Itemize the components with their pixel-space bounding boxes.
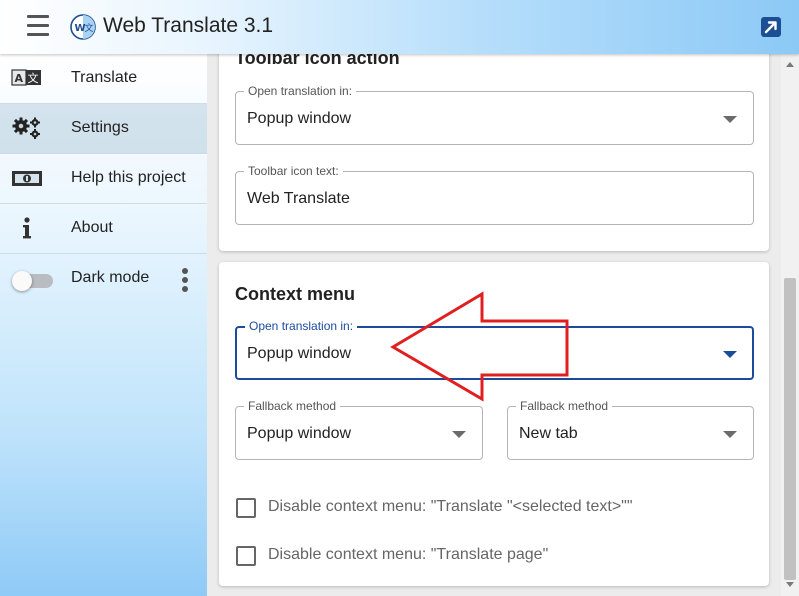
field-label: Toolbar icon text: (244, 164, 343, 178)
chevron-down-icon (723, 116, 737, 123)
svg-text:A: A (15, 72, 24, 85)
dark-mode-toggle[interactable] (12, 271, 53, 291)
scroll-down-arrow-icon[interactable] (786, 582, 794, 587)
chevron-down-icon (452, 431, 466, 438)
checkbox[interactable] (236, 546, 256, 566)
sidebar-item-label: Settings (71, 119, 129, 136)
field-value: Popup window (247, 345, 352, 362)
dark-mode-label: Dark mode (71, 269, 150, 286)
field-label: Fallback method (516, 399, 613, 413)
sidebar-item-about[interactable]: About (0, 204, 207, 254)
hamburger-menu-icon[interactable] (27, 15, 51, 37)
scroll-up-arrow-icon[interactable] (786, 62, 794, 67)
open-external-icon[interactable] (760, 16, 782, 38)
sidebar-item-label: Help this project (71, 169, 186, 186)
toggle-knob (12, 271, 32, 291)
toolbar-open-translation-select[interactable]: Open translation in: Popup window (235, 84, 754, 145)
sidebar: A 文 Translate Settings Help this project… (0, 54, 208, 596)
sidebar-item-help[interactable]: Help this project (0, 154, 207, 204)
field-value: Popup window (247, 425, 352, 442)
sidebar-item-settings[interactable]: Settings (0, 104, 207, 154)
field-value: Popup window (247, 110, 352, 127)
field-label: Fallback method (244, 399, 341, 413)
svg-text:文: 文 (85, 22, 94, 34)
sidebar-item-label: About (71, 219, 113, 236)
money-bill-icon (12, 171, 42, 186)
app-header: W 文 Web Translate 3.1 (0, 0, 799, 54)
dark-mode-row: Dark mode (0, 254, 207, 303)
field-label: Open translation in: (245, 319, 358, 333)
context-open-translation-select[interactable]: Open translation in: Popup window (235, 319, 754, 380)
app-title: Web Translate 3.1 (103, 14, 274, 37)
chevron-down-icon (723, 431, 737, 438)
section-title: Toolbar icon action (235, 54, 400, 68)
checkbox-label: Disable context menu: "Translate page" (268, 546, 549, 563)
web-translate-logo: W 文 (70, 14, 96, 40)
sidebar-item-label: Translate (71, 69, 138, 86)
more-options-icon[interactable] (180, 268, 190, 292)
settings-content: Toolbar icon action Open translation in:… (207, 54, 781, 596)
field-value: Web Translate (247, 190, 350, 207)
gears-icon (12, 117, 40, 139)
chevron-down-icon (723, 351, 737, 358)
sidebar-item-translate[interactable]: A 文 Translate (0, 54, 207, 104)
translate-icon: A 文 (11, 69, 41, 86)
context-menu-section-card: Context menu Open translation in: Popup … (219, 262, 769, 586)
field-value: New tab (519, 425, 578, 442)
toolbar-section-card: Toolbar icon action Open translation in:… (219, 54, 769, 251)
fallback-method-select-1[interactable]: Fallback method Popup window (235, 399, 483, 460)
checkbox-label: Disable context menu: "Translate "<selec… (268, 498, 633, 515)
vertical-scrollbar[interactable] (781, 54, 799, 596)
fallback-method-select-2[interactable]: Fallback method New tab (507, 399, 754, 460)
field-label: Open translation in: (244, 84, 357, 98)
info-icon (23, 217, 31, 239)
section-title: Context menu (235, 284, 356, 304)
scrollbar-thumb[interactable] (784, 278, 796, 580)
checkbox[interactable] (236, 498, 256, 518)
toolbar-icon-text-input[interactable]: Toolbar icon text: Web Translate (235, 164, 754, 225)
svg-text:文: 文 (28, 71, 39, 85)
